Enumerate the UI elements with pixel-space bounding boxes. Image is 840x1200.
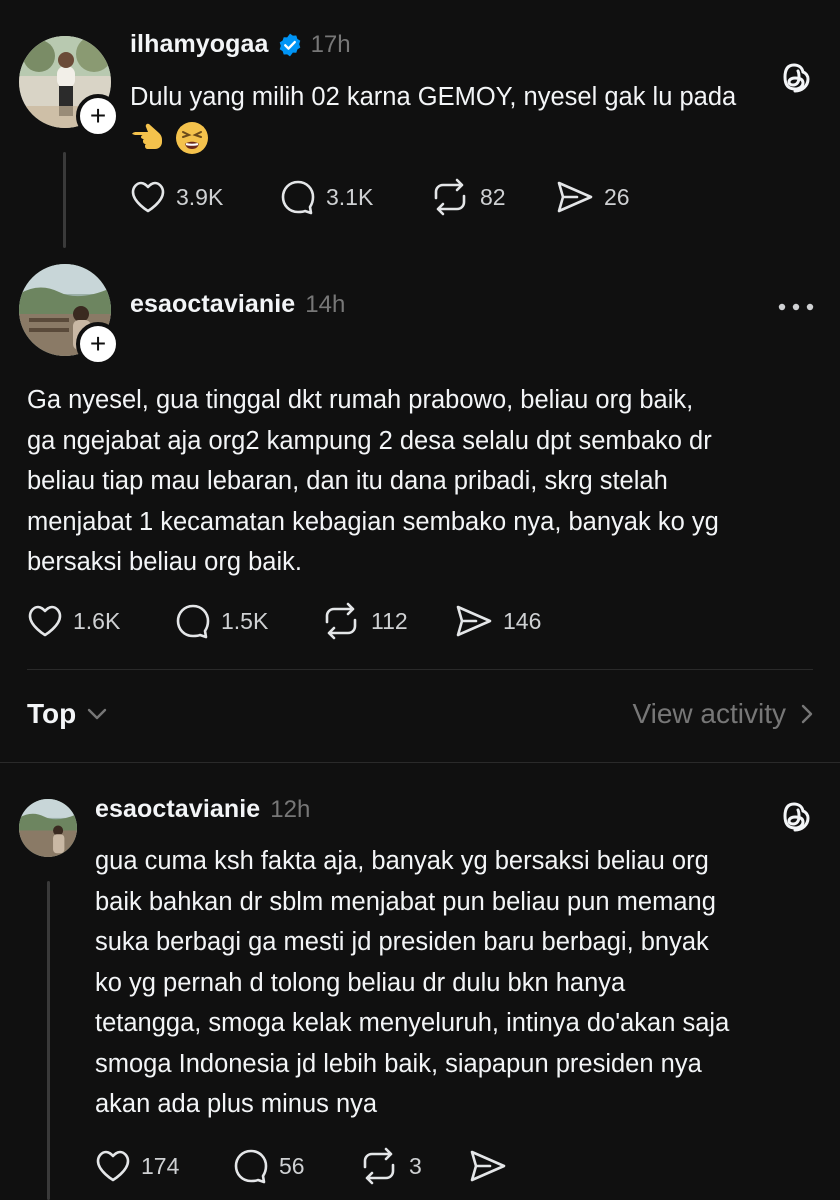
reply-icon	[281, 180, 315, 215]
verified-badge-icon	[279, 33, 300, 56]
username[interactable]: esaoctavianie	[130, 290, 295, 319]
post-1: + ilhamyogaa 17h Dulu yang milih 02 karn…	[0, 0, 840, 250]
repost-action[interactable]: 82	[430, 178, 556, 216]
text-line: smoga Indonesia jd lebih baik, siapapun …	[95, 1049, 702, 1078]
avatar-image	[19, 799, 77, 857]
share-count: 146	[503, 607, 542, 634]
share-action[interactable]	[469, 1147, 529, 1185]
share-action[interactable]: 146	[455, 602, 575, 640]
post-time: 12h	[270, 795, 311, 823]
post-2: + esaoctavianie 14h Ga nyesel, gua tingg…	[0, 250, 840, 670]
threads-logo-icon	[783, 802, 810, 832]
repost-count: 82	[480, 183, 506, 210]
thread-line	[47, 881, 50, 1200]
reply-action[interactable]: 1.5K	[175, 602, 321, 640]
reply-count: 56	[279, 1152, 305, 1179]
text-line: baik bahkan dr sblm menjabat pun beliau …	[95, 887, 716, 916]
post-text: gua cuma ksh fakta aja, banyak yg bersak…	[95, 841, 825, 1125]
like-count: 3.9K	[176, 183, 224, 210]
text-line: akan ada plus minus nya	[95, 1090, 378, 1118]
reply-icon	[176, 604, 210, 639]
share-icon	[456, 605, 492, 637]
repost-count: 3	[409, 1152, 422, 1179]
chevron-down-icon	[88, 708, 107, 720]
reply-post: esaoctavianie 12h gua cuma ksh fakta aja…	[0, 763, 840, 1200]
repost-action[interactable]: 3	[359, 1147, 469, 1185]
repost-action[interactable]: 112	[321, 602, 455, 640]
follow-plus-button[interactable]: +	[76, 94, 120, 138]
share-icon	[470, 1150, 506, 1182]
post-actions: 3.9K 3.1K 82 26	[130, 178, 676, 216]
post-actions: 174 56 3	[95, 1147, 529, 1185]
post-actions: 1.6K 1.5K 112 146	[27, 602, 575, 640]
text-line: bersaksi beliau org baik.	[27, 548, 302, 576]
post-time: 14h	[305, 290, 346, 318]
backhand-index-pointing-left-icon	[132, 123, 162, 149]
heart-icon	[131, 181, 165, 213]
text-line: menjabat 1 kecamatan kebagian sembako ny…	[27, 507, 719, 536]
like-action[interactable]: 1.6K	[27, 602, 175, 640]
repost-count: 112	[371, 607, 408, 634]
reply-action[interactable]: 56	[233, 1147, 359, 1185]
repost-icon	[325, 602, 357, 640]
post-text: Ga nyesel, gua tinggal dkt rumah prabowo…	[27, 380, 827, 583]
text-line: ko yg pernah d tolong beliau dr dulu bkn…	[95, 968, 626, 997]
share-action[interactable]: 26	[556, 178, 676, 216]
follow-plus-button[interactable]: +	[76, 322, 120, 366]
threads-logo-icon	[783, 63, 810, 93]
reply-count: 1.5K	[221, 607, 269, 634]
text-line: beliau tiap mau lebaran, dan itu dana pr…	[27, 467, 668, 495]
share-count: 26	[604, 183, 630, 210]
post-header: ilhamyogaa 17h	[130, 30, 351, 59]
text-line: suka berbagi ga mesti jd presiden baru b…	[95, 928, 709, 956]
reply-action[interactable]: 3.1K	[280, 178, 430, 216]
text-line: Ga nyesel, gua tinggal dkt rumah prabowo…	[27, 386, 694, 414]
like-count: 174	[141, 1152, 180, 1179]
sort-dropdown[interactable]: Top	[27, 698, 108, 730]
post-header: esaoctavianie 12h	[95, 795, 310, 824]
repost-icon	[363, 1147, 395, 1185]
reply-count: 3.1K	[326, 183, 374, 210]
like-action[interactable]: 3.9K	[130, 178, 280, 216]
sort-bar: Top View activity	[0, 670, 840, 762]
sort-label: Top	[27, 698, 77, 729]
heart-icon	[28, 605, 62, 637]
post-emojis	[130, 120, 210, 156]
post-text: Dulu yang milih 02 karna GEMOY, nyesel g…	[130, 83, 737, 111]
like-count: 1.6K	[73, 607, 121, 634]
post-header: esaoctavianie 14h	[130, 290, 345, 319]
like-action[interactable]: 174	[95, 1147, 233, 1185]
view-activity-link[interactable]: View activity	[632, 698, 814, 730]
more-icon[interactable]	[778, 302, 814, 312]
username[interactable]: esaoctavianie	[95, 795, 260, 824]
avatar-esaoctavianie[interactable]	[19, 799, 77, 857]
repost-icon	[434, 178, 466, 216]
view-activity-label: View activity	[632, 698, 786, 729]
chevron-right-icon	[801, 704, 813, 724]
tired-face-icon	[176, 122, 208, 154]
username[interactable]: ilhamyogaa	[130, 30, 269, 59]
reply-icon	[234, 1149, 268, 1184]
text-line: tetangga, smoga kelak menyeluruh, intiny…	[95, 1009, 730, 1037]
heart-icon	[96, 1150, 130, 1182]
text-line: ga ngejabat aja org2 kampung 2 desa sela…	[27, 426, 712, 455]
thread-line	[63, 152, 66, 248]
text-line: gua cuma ksh fakta aja, banyak yg bersak…	[95, 847, 709, 875]
share-icon	[557, 181, 593, 213]
post-time: 17h	[310, 30, 351, 58]
